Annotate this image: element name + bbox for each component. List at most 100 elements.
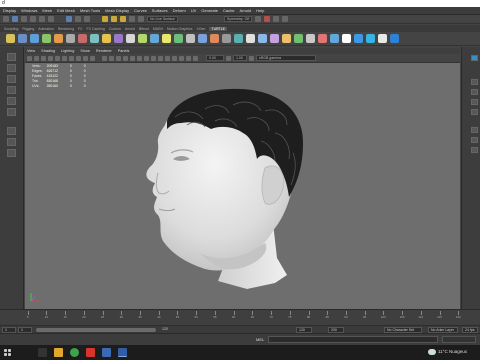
shelf-tab-rendering[interactable]: Rendering <box>58 27 74 31</box>
shelf-tab-rigging[interactable]: Rigging <box>22 27 34 31</box>
motion-blur-icon[interactable] <box>151 55 156 61</box>
panel-menu-panels[interactable]: Panels <box>118 49 130 53</box>
shelf-tab-fx[interactable]: FX <box>78 27 82 31</box>
shelf-tab-custom[interactable]: Custom <box>109 27 121 31</box>
boolean-icon[interactable] <box>138 34 147 43</box>
use-lights-icon[interactable] <box>130 55 135 61</box>
menu-cache[interactable]: Cache <box>223 8 235 13</box>
tool-settings-icon[interactable] <box>471 99 478 105</box>
single-perspective-icon[interactable] <box>7 127 16 135</box>
channel-box-icon[interactable] <box>471 79 478 85</box>
move-tool-icon[interactable] <box>7 86 16 94</box>
turtle-bake-icon[interactable] <box>354 34 363 43</box>
wireframe-on-shaded-icon[interactable] <box>116 55 121 61</box>
planar-map-icon[interactable] <box>258 34 267 43</box>
panel-menu-renderer[interactable]: Renderer <box>96 49 112 53</box>
menu-set-dropdown[interactable] <box>3 16 9 22</box>
snap-grid-icon[interactable] <box>102 16 108 22</box>
color-management-icon[interactable] <box>249 55 254 61</box>
live-surface-field[interactable]: No Live Surface <box>147 16 178 22</box>
scale-tool-icon[interactable] <box>7 108 16 116</box>
multicut-icon[interactable] <box>210 34 219 43</box>
anim-layers-icon[interactable] <box>471 147 478 153</box>
mirror-icon[interactable] <box>150 34 159 43</box>
shelf-tab-turtle[interactable]: TURTLE <box>209 26 228 31</box>
turtle-settings-icon[interactable] <box>378 34 387 43</box>
cone-icon[interactable] <box>42 34 51 43</box>
smooth-icon[interactable] <box>126 34 135 43</box>
panel-menu-show[interactable]: Show <box>80 49 90 53</box>
shelf-tab-xgen[interactable]: XGen <box>197 27 206 31</box>
quad-draw-icon[interactable] <box>234 34 243 43</box>
cylinder-icon[interactable] <box>30 34 39 43</box>
wireframe-icon[interactable] <box>102 55 107 61</box>
menu-mesh-tools[interactable]: Mesh Tools <box>80 8 100 13</box>
ambient-occlusion-icon[interactable] <box>144 55 149 61</box>
lasso-tool-icon[interactable] <box>7 64 16 72</box>
turtle-preview-icon[interactable] <box>390 34 399 43</box>
depth-of-field-icon[interactable] <box>165 55 170 61</box>
menu-help[interactable]: Help <box>256 8 264 13</box>
snap-point-icon[interactable] <box>120 16 126 22</box>
shelf-tab-bifrost[interactable]: Bifrost <box>139 27 149 31</box>
symmetry-field[interactable]: Symmetry: Off <box>223 16 253 22</box>
render-frame-icon[interactable] <box>264 16 271 22</box>
gamma-icon[interactable] <box>226 55 231 61</box>
shelf-tab-animation[interactable]: Animation <box>38 27 54 31</box>
shelf-tab-sculpting[interactable]: Sculpting <box>4 27 18 31</box>
attribute-editor-icon[interactable] <box>471 89 478 95</box>
image-plane-icon[interactable] <box>48 55 53 61</box>
ipr-render-icon[interactable] <box>273 16 280 22</box>
uv-editor-icon[interactable] <box>246 34 255 43</box>
shelf-tab-mash[interactable]: MASH <box>153 27 163 31</box>
display-layers-icon[interactable] <box>471 137 478 143</box>
menu-edit-mesh[interactable]: Edit Mesh <box>57 8 75 13</box>
select-object-icon[interactable] <box>75 16 81 22</box>
bridge-icon[interactable] <box>174 34 183 43</box>
weather-text[interactable]: 11°C Nuageux <box>438 349 467 354</box>
shelf-tab-fx-caching[interactable]: FX Caching <box>87 27 105 31</box>
freeze-transform-icon[interactable] <box>294 34 303 43</box>
menu-mesh-display[interactable]: Mesh Display <box>105 8 129 13</box>
xray-components-icon[interactable] <box>193 55 198 61</box>
center-pivot-icon[interactable] <box>306 34 315 43</box>
select-hierarchy-icon[interactable] <box>66 16 72 22</box>
redo-icon[interactable] <box>48 16 54 22</box>
combine-icon[interactable] <box>102 34 111 43</box>
shelf-tab-motion-graphics[interactable]: Motion Graphics <box>167 27 192 31</box>
save-scene-icon[interactable] <box>30 16 36 22</box>
file-explorer-icon[interactable] <box>38 348 47 357</box>
disc-icon[interactable] <box>78 34 87 43</box>
cube-icon[interactable] <box>18 34 27 43</box>
modeling-toolkit-icon[interactable] <box>471 109 478 115</box>
rotate-tool-icon[interactable] <box>7 97 16 105</box>
folder-icon[interactable] <box>54 348 63 357</box>
undo-icon[interactable] <box>39 16 45 22</box>
plane-icon[interactable] <box>66 34 75 43</box>
maya-taskbar-icon[interactable] <box>118 348 127 357</box>
paint-select-icon[interactable] <box>7 75 16 83</box>
panel-menu-lighting[interactable]: Lighting <box>61 49 74 53</box>
shelf-tab-arnold[interactable]: Arnold <box>125 27 135 31</box>
resolution-gate-icon[interactable] <box>69 55 74 61</box>
viewport-perspective[interactable] <box>25 63 460 309</box>
opera-icon[interactable] <box>86 348 95 357</box>
menu-display[interactable]: Display <box>3 8 16 13</box>
panel-menu-view[interactable]: View <box>27 49 35 53</box>
snap-view-icon[interactable] <box>129 16 135 22</box>
menu-deform[interactable]: Deform <box>173 8 186 13</box>
platonic-icon[interactable] <box>90 34 99 43</box>
field-chart-icon[interactable] <box>83 55 88 61</box>
mel-input[interactable] <box>268 336 438 343</box>
panel-menu-shading[interactable]: Shading <box>41 49 55 53</box>
four-view-icon[interactable] <box>7 138 16 146</box>
snap-curve-icon[interactable] <box>111 16 117 22</box>
xray-joints-icon[interactable] <box>186 55 191 61</box>
isolate-select-icon[interactable] <box>172 55 177 61</box>
exposure-field[interactable]: 0.00 <box>206 55 224 61</box>
menu-mesh[interactable]: Mesh <box>42 8 52 13</box>
view-transform-field[interactable]: sRGB gamma <box>256 55 316 61</box>
grid-toggle-icon[interactable] <box>55 55 60 61</box>
separate-icon[interactable] <box>114 34 123 43</box>
render-settings-icon[interactable] <box>282 16 289 22</box>
